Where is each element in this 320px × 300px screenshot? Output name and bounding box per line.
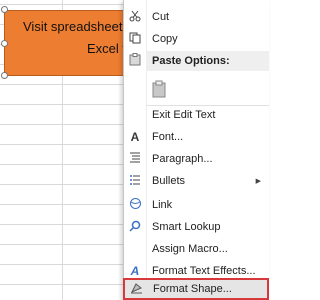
menu-item-exit-edit-text[interactable]: Exit Edit Text [124,104,269,126]
menu-item-copy[interactable]: Copy [124,28,269,50]
magnifier-icon [124,220,146,235]
menu-item-label: Cut [152,11,170,23]
menu-item-label: Bullets [152,175,186,187]
menu-item-font[interactable]: A Font... [124,126,269,148]
resize-handle-top-left[interactable] [1,6,8,13]
submenu-arrow-icon: ▶ [255,178,261,185]
menu-item-label: Smart Lookup [152,221,221,233]
text-effects-icon: A [130,264,140,278]
context-menu: Cut Copy Paste Options: Exit Edit Text A… [123,0,269,300]
menu-item-format-shape[interactable]: Format Shape... [123,278,269,300]
menu-item-label: Assign Macro... [152,243,228,255]
paste-keep-formatting-icon[interactable] [152,80,168,98]
menu-item-label: Format Shape... [153,283,232,295]
menu-item-label: Copy [152,33,178,45]
menu-item-cut[interactable]: Cut [124,6,269,28]
menu-item-bullets[interactable]: Bullets ▶ [124,170,269,192]
menu-item-label: Exit Edit Text [152,109,216,121]
resize-handle-bottom-left[interactable] [1,72,8,79]
paste-options-header: Paste Options: [146,51,269,71]
menu-item-label: Link [152,199,173,211]
menu-item-assign-macro[interactable]: Assign Macro... [124,238,269,260]
menu-item-label: Font... [152,131,184,143]
menu-item-smart-lookup[interactable]: Smart Lookup [124,216,269,238]
link-icon [124,197,146,213]
menu-item-paragraph[interactable]: Paragraph... [124,148,269,170]
menu-item-label: Format Text Effects... [152,265,256,277]
font-a-icon: A [130,130,140,144]
menu-item-label: Paragraph... [152,153,213,165]
scissors-icon [124,10,146,25]
clipboard-icon [124,53,146,69]
format-shape-icon [125,282,147,297]
copy-icon [124,32,146,47]
paragraph-icon [124,152,146,166]
bullets-icon [124,174,146,189]
menu-item-link[interactable]: Link [124,194,269,216]
resize-handle-middle-left[interactable] [1,40,8,47]
